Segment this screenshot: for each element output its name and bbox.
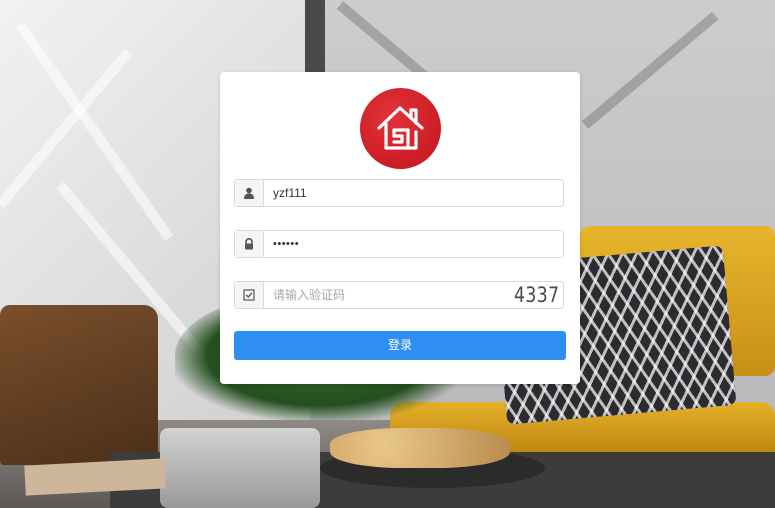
password-value[interactable]: •••••• <box>273 231 299 257</box>
background-cup <box>160 428 320 508</box>
background-sofa <box>0 305 158 465</box>
password-field[interactable]: •••••• <box>234 230 564 258</box>
captcha-input[interactable]: 请输入验证码 <box>273 282 345 308</box>
login-button[interactable]: 登录 <box>234 331 566 360</box>
captcha-image[interactable]: 4337 <box>514 282 559 308</box>
checkbox-icon <box>235 282 264 308</box>
login-card: yzf111 •••••• 请输入验证码 4337 登录 <box>220 72 580 384</box>
username-value[interactable]: yzf111 <box>273 180 307 206</box>
house-logo-icon <box>360 88 441 169</box>
captcha-field[interactable]: 请输入验证码 4337 <box>234 281 564 309</box>
user-icon <box>235 180 264 206</box>
background-bread <box>330 428 510 468</box>
lock-icon <box>235 231 264 257</box>
username-field[interactable]: yzf111 <box>234 179 564 207</box>
